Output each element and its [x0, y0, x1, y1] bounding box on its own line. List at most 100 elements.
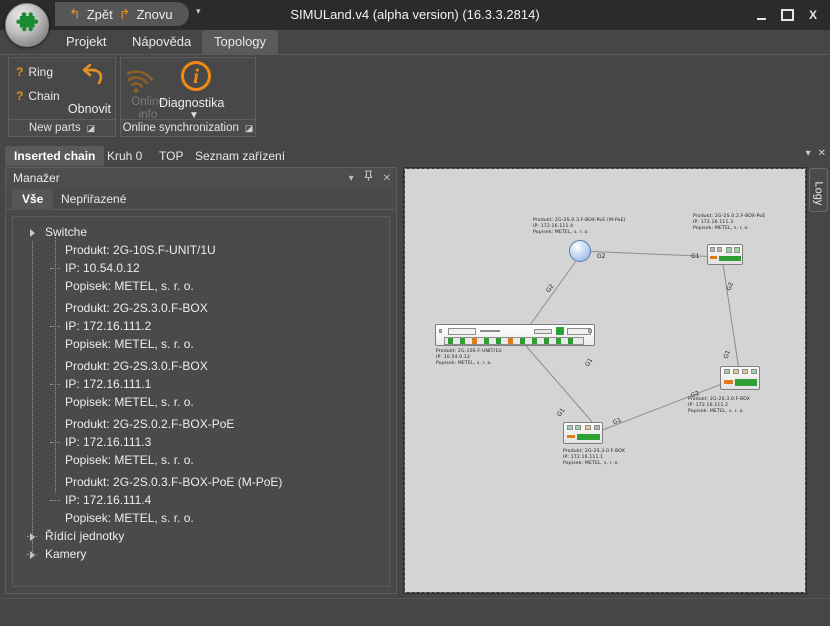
ribbon-tab-topology[interactable]: Topology: [202, 30, 279, 54]
logs-side-tab[interactable]: Logy: [809, 168, 828, 212]
device-tree[interactable]: Switche Produkt: 2G-10S.F-UNIT/1U IP: 10…: [12, 216, 390, 587]
chevron-down-icon[interactable]: ▾: [349, 168, 354, 189]
port-label-g1: G1: [691, 253, 700, 260]
refresh-undo-arrow-icon[interactable]: [77, 63, 107, 90]
tree-dash: [50, 268, 60, 269]
tree-item-label: IP: 172.16.111.3: [65, 435, 152, 449]
tree-item-product[interactable]: Produkt: 2G-2S.0.2.F-BOX-PoE: [17, 415, 385, 433]
undo-button[interactable]: Zpět: [87, 7, 113, 22]
tree-item-popisek[interactable]: Popisek: METEL, s. r. o.: [17, 509, 385, 527]
manager-panel-header: Manažer ▾ ✕: [6, 168, 396, 189]
tree-item-ip[interactable]: IP: 172.16.111.2: [17, 317, 385, 335]
app-logo[interactable]: [5, 3, 49, 47]
document-tab-controls: ▾ ✕: [806, 148, 826, 159]
tree-item-product[interactable]: Produkt: 2G-2S.3.0.F-BOX: [17, 299, 385, 317]
puzzle-piece-icon: [14, 10, 40, 40]
logs-tab-label: Logy: [812, 181, 825, 206]
group-title-new-parts: New parts ◪: [9, 119, 115, 136]
tab-seznam-zarizeni[interactable]: Seznam zařízení: [186, 146, 294, 166]
info-circle-icon[interactable]: i: [181, 61, 211, 91]
tree-item-ip[interactable]: IP: 172.16.111.4: [17, 491, 385, 509]
node-label-line: Popisek: METEL, s. r. o.: [533, 230, 590, 235]
checkbox-chain[interactable]: ? Chain: [16, 89, 60, 103]
manager-header-controls: ▾ ✕: [349, 168, 391, 189]
tree-dash: [50, 442, 60, 443]
port-label-g2: G2: [597, 253, 606, 260]
ribbon: ? Ring ? Chain Obnovit New parts ◪ Onlin…: [0, 54, 830, 142]
manager-tab-neprirazene[interactable]: Nepřiřazené: [51, 189, 136, 210]
redo-icon[interactable]: ↱: [119, 6, 131, 23]
tree-item-popisek[interactable]: Popisek: METEL, s. r. o.: [17, 451, 385, 469]
doctab-close-icon[interactable]: ✕: [818, 148, 826, 159]
topology-canvas-container: Produkt: 2G-2S.0.3.F-BOX-PoE (M-PoE) IP:…: [403, 167, 807, 594]
tab-inserted-chain[interactable]: Inserted chain: [5, 146, 105, 166]
tree-dash: [50, 384, 60, 385]
manager-tabs: Vše Nepřiřazené: [6, 189, 396, 210]
tree-item-ip[interactable]: IP: 172.16.111.1: [17, 375, 385, 393]
ribbon-tab-napoveda[interactable]: Nápověda: [120, 30, 203, 54]
manager-tab-vse[interactable]: Vše: [12, 189, 54, 210]
tree-node-switche[interactable]: Switche: [17, 223, 385, 241]
tree-item-product[interactable]: Produkt: 2G-2S.0.3.F-BOX-PoE (M-PoE): [17, 473, 385, 491]
pin-icon[interactable]: [364, 168, 373, 189]
tree-node-ridici-jednotky[interactable]: Řídící jednotky: [17, 527, 385, 545]
window-controls: X: [748, 0, 826, 30]
refresh-button[interactable]: Obnovit: [68, 102, 111, 116]
tree-node-label: Řídící jednotky: [45, 529, 125, 543]
tree-item-ip[interactable]: IP: 172.16.111.3: [17, 433, 385, 451]
tree-node-kamery[interactable]: Kamery: [17, 545, 385, 563]
tree-item-label: IP: 172.16.111.1: [65, 377, 152, 391]
topology-node-box2[interactable]: [720, 366, 760, 390]
node-label-mpoe: Produkt: 2G-2S.0.3.F-BOX-PoE (M-PoE) IP:…: [533, 218, 626, 236]
tree-dash: [27, 536, 37, 537]
tree-item-label: IP: 172.16.111.2: [65, 319, 152, 333]
manager-panel: Manažer ▾ ✕ Vše Nepřiřazené Switche Prod…: [5, 167, 397, 594]
topology-node-box1[interactable]: [563, 422, 603, 444]
chain-label: Chain: [28, 89, 60, 103]
dialog-launcher-icon[interactable]: ◪: [245, 123, 254, 133]
quick-access-dropdown-icon[interactable]: ▾: [196, 6, 201, 17]
ribbon-group-online-sync: Online info i Diagnostika ▼ Online synch…: [120, 57, 256, 137]
tree-item-product[interactable]: Produkt: 2G-2S.3.0.F-BOX: [17, 357, 385, 375]
document-tab-strip: Inserted chain Kruh 0 TOP Seznam zařízen…: [0, 146, 830, 166]
node-label-line: Popisek: METEL, s. r. o.: [688, 409, 745, 414]
redo-button[interactable]: Znovu: [136, 7, 172, 22]
manager-title: Manažer: [13, 171, 60, 185]
tree-item-popisek[interactable]: Popisek: METEL, s. r. o.: [17, 335, 385, 353]
ribbon-tab-strip: Projekt Nápověda Topology: [0, 30, 830, 54]
ring-label: Ring: [28, 65, 54, 79]
dialog-launcher-icon[interactable]: ◪: [87, 123, 96, 133]
topology-node-unit[interactable]: [435, 324, 595, 346]
tree-item-product[interactable]: Produkt: 2G-10S.F-UNIT/1U: [17, 241, 385, 259]
tree-item-ip[interactable]: IP: 10.54.0.12: [17, 259, 385, 277]
node-label-line: Popisek: METEL, s. r. o.: [436, 361, 493, 366]
tree-dash: [50, 500, 60, 501]
tree-dash: [27, 554, 37, 555]
ribbon-tab-projekt[interactable]: Projekt: [54, 30, 118, 54]
maximize-button[interactable]: [774, 3, 800, 27]
node-label-poe: Produkt: 2G-2S.0.2.F-BOX-PoE IP: 172.16.…: [693, 214, 765, 232]
quick-access-toolbar: ↰ Zpět ↱ Znovu: [55, 2, 189, 26]
topology-node-mpoe[interactable]: [569, 240, 591, 262]
group-title-online-sync: Online synchronization ◪: [121, 119, 255, 136]
topology-canvas[interactable]: Produkt: 2G-2S.0.3.F-BOX-PoE (M-PoE) IP:…: [404, 168, 806, 593]
application-window: SIMULand.v4 (alpha version) (16.3.3.2814…: [0, 0, 830, 626]
undo-icon[interactable]: ↰: [69, 6, 81, 23]
tree-item-popisek[interactable]: Popisek: METEL, s. r. o.: [17, 277, 385, 295]
diagnostics-button[interactable]: Diagnostika: [159, 96, 224, 110]
topology-node-poe[interactable]: [707, 244, 743, 265]
node-label-box2: Produkt: 2G-2S.3.0.F-BOX IP: 172.16.111.…: [688, 397, 750, 415]
ring-marker-icon: ?: [16, 65, 24, 79]
node-label-unit: Produkt: 2G-10S.F-UNIT/1U IP: 10.54.0.12…: [436, 349, 502, 367]
status-bar: [0, 598, 830, 626]
ribbon-group-new-parts: ? Ring ? Chain Obnovit New parts ◪: [8, 57, 116, 137]
tree-dash: [50, 326, 60, 327]
tree-item-popisek[interactable]: Popisek: METEL, s. r. o.: [17, 393, 385, 411]
close-button[interactable]: X: [800, 3, 826, 27]
minimize-button[interactable]: [748, 3, 774, 27]
doctab-dropdown-icon[interactable]: ▾: [806, 148, 811, 159]
close-icon[interactable]: ✕: [383, 168, 391, 189]
checkbox-ring[interactable]: ? Ring: [16, 65, 53, 79]
tab-kruh-0[interactable]: Kruh 0: [98, 146, 151, 166]
tree-item-label: IP: 10.54.0.12: [65, 261, 140, 275]
